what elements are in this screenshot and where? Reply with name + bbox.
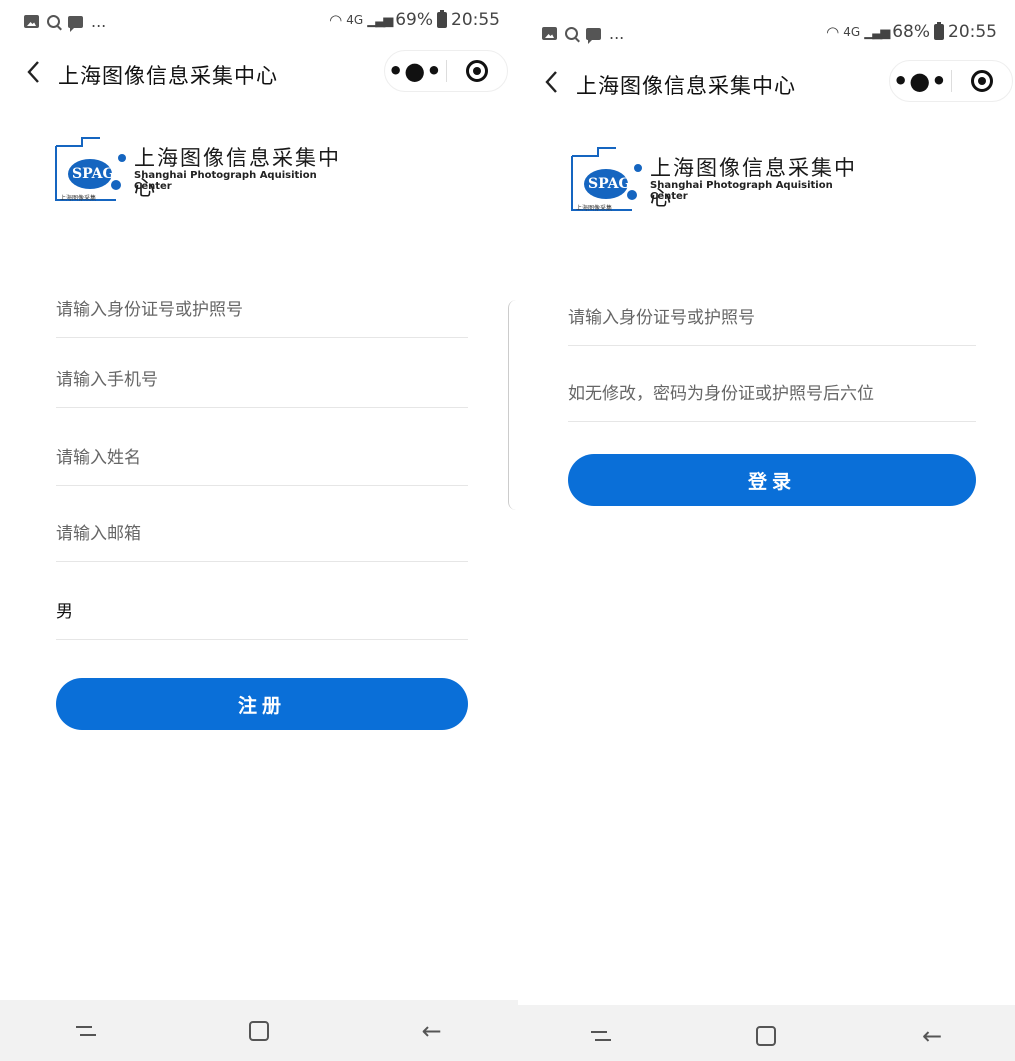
- phone-field[interactable]: 请输入手机号: [56, 348, 468, 408]
- mini-program-capsule: •●•: [384, 50, 508, 92]
- home-button[interactable]: [239, 1011, 279, 1051]
- logo-small-text: 上海图像采集: [576, 205, 613, 212]
- close-mini-program-button[interactable]: [952, 70, 1013, 92]
- system-back-button[interactable]: ←: [412, 1011, 452, 1051]
- recent-apps-icon: [76, 1024, 97, 1038]
- search-icon: [565, 27, 578, 40]
- recent-apps-button[interactable]: [581, 1016, 621, 1056]
- battery-icon: [934, 22, 944, 40]
- signal-icon: ▁▃▅: [864, 24, 890, 40]
- home-icon: [248, 1020, 269, 1041]
- battery-percent: 69%: [395, 10, 433, 30]
- target-icon: [465, 60, 488, 82]
- recent-apps-button[interactable]: [66, 1011, 106, 1051]
- phone-placeholder: 请输入手机号: [56, 370, 158, 390]
- clock: 20:55: [451, 10, 500, 30]
- message-icon: [586, 27, 601, 44]
- nav-bar: 上海图像信息采集中心 •●•: [0, 48, 518, 98]
- clock: 20:55: [948, 22, 997, 42]
- home-button[interactable]: [746, 1016, 786, 1056]
- battery-icon: [437, 10, 447, 28]
- email-field[interactable]: 请输入邮箱: [56, 502, 468, 562]
- id-number-placeholder: 请输入身份证号或护照号: [56, 300, 243, 320]
- register-screen: ... ◠ 4G ▁▃▅ 69% 20:55 上海图像信息采集中心 •●• SP…: [0, 0, 518, 1061]
- close-mini-program-button[interactable]: [447, 60, 508, 82]
- login-button[interactable]: 登录: [568, 454, 976, 506]
- recent-apps-icon: [590, 1029, 611, 1043]
- more-button[interactable]: •●•: [890, 67, 951, 95]
- id-number-field[interactable]: 请输入身份证号或护照号: [56, 278, 468, 338]
- email-placeholder: 请输入邮箱: [56, 524, 141, 544]
- name-field[interactable]: 请输入姓名: [56, 426, 468, 486]
- system-nav-bar: ←: [0, 1000, 518, 1061]
- status-bar: ... ◠ 4G ▁▃▅ 69% 20:55: [0, 8, 518, 48]
- edge-swipe-indicator: [508, 300, 516, 510]
- network-type: 4G: [843, 25, 861, 39]
- more-dots-icon: •●•: [387, 57, 443, 85]
- nav-bar: 上海图像信息采集中心 •●•: [518, 58, 1015, 108]
- page-title: 上海图像信息采集中心: [576, 74, 796, 98]
- logo-english-name: Shanghai Photograph Aquisition Center: [134, 170, 317, 192]
- status-bar: ... ◠ 4G ▁▃▅ 68% 20:55: [518, 20, 1015, 60]
- system-back-button[interactable]: ←: [912, 1016, 952, 1056]
- password-field[interactable]: 如无修改，密码为身份证或护照号后六位: [568, 362, 976, 422]
- network-type: 4G: [346, 13, 364, 27]
- logo-mark-text: SPAG: [588, 176, 631, 192]
- login-screen: ... ◠ 4G ▁▃▅ 68% 20:55 上海图像信息采集中心 •●• SP…: [518, 0, 1015, 1061]
- home-icon: [756, 1025, 777, 1046]
- message-icon: [68, 15, 83, 32]
- more-button[interactable]: •●•: [385, 57, 446, 85]
- id-number-placeholder: 请输入身份证号或护照号: [568, 308, 755, 328]
- wifi-icon: ◠: [826, 23, 840, 41]
- signal-icon: ▁▃▅: [367, 12, 393, 28]
- register-button[interactable]: 注册: [56, 678, 468, 730]
- system-nav-bar: ←: [518, 1005, 1015, 1061]
- logo-small-text: 上海图像采集: [60, 195, 97, 202]
- gender-value: 男: [56, 602, 73, 622]
- chevron-left-icon: [545, 71, 557, 93]
- back-arrow-icon: ←: [421, 1016, 442, 1045]
- mini-program-capsule: •●•: [889, 60, 1013, 102]
- gallery-icon: [24, 15, 39, 28]
- logo-mark-text: SPAG: [72, 166, 115, 182]
- gallery-icon: [542, 27, 557, 40]
- status-dots: ...: [91, 12, 107, 31]
- gender-select[interactable]: 男: [56, 580, 468, 640]
- page-title: 上海图像信息采集中心: [58, 64, 278, 88]
- chevron-left-icon: [27, 61, 39, 83]
- back-arrow-icon: ←: [922, 1021, 943, 1050]
- more-dots-icon: •●•: [892, 67, 948, 95]
- wifi-icon: ◠: [329, 11, 343, 29]
- back-button[interactable]: [536, 64, 566, 100]
- spag-logo: SPAG 上海图像采集 上海图像信息采集中心 Shanghai Photogra…: [52, 130, 352, 210]
- search-icon: [47, 15, 60, 28]
- spag-logo: SPAG 上海图像采集 上海图像信息采集中心 Shanghai Photogra…: [568, 140, 868, 220]
- back-button[interactable]: [18, 54, 48, 90]
- status-dots: ...: [609, 24, 625, 43]
- id-number-field[interactable]: 请输入身份证号或护照号: [568, 286, 976, 346]
- name-placeholder: 请输入姓名: [56, 448, 141, 468]
- logo-english-name: Shanghai Photograph Aquisition Center: [650, 180, 833, 202]
- password-placeholder: 如无修改，密码为身份证或护照号后六位: [568, 384, 874, 404]
- target-icon: [970, 70, 993, 92]
- battery-percent: 68%: [892, 22, 930, 42]
